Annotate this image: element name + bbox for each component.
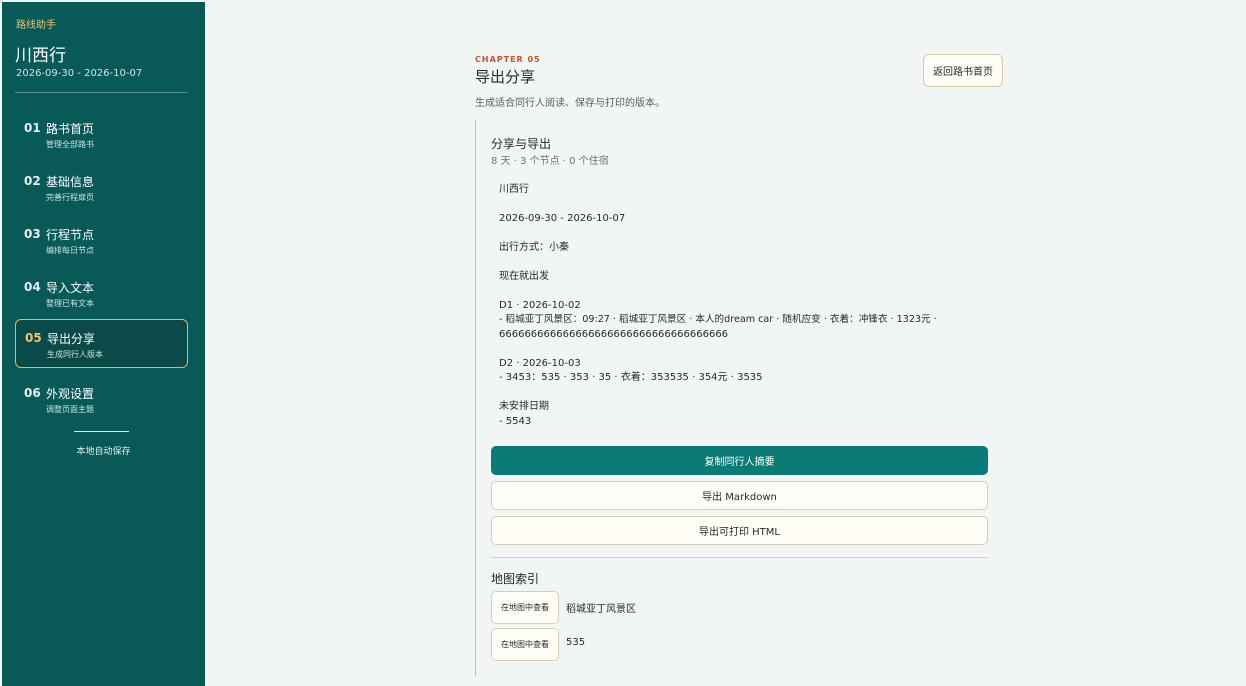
nav-subtitle: 管理全部路书 xyxy=(46,140,94,149)
nav-label: 导出分享 xyxy=(47,332,96,346)
section-divider xyxy=(491,557,988,558)
nav-subtitle: 调整页面主题 xyxy=(46,405,94,414)
autosave-status: 本地自动保存 xyxy=(76,447,131,457)
preview-line: 现在就出发 xyxy=(499,271,549,282)
share-export-panel: 分享与导出 8 天 · 3 个节点 · 0 个住宿 川西行 2026-09-30… xyxy=(475,120,995,676)
panel-summary: 8 天 · 3 个节点 · 0 个住宿 xyxy=(491,156,609,167)
nav-subtitle: 生成同行人版本 xyxy=(47,350,103,359)
sidebar-item-home[interactable]: 01 路书首页 管理全部路书 xyxy=(15,110,188,159)
preview-line: 出行方式：小秦 xyxy=(499,242,569,253)
view-on-map-button[interactable]: 在地图中查看 xyxy=(491,628,559,661)
nav-number: 03 xyxy=(24,227,41,241)
export-html-button[interactable]: 导出可打印 HTML xyxy=(491,516,988,545)
nav-subtitle: 编排每日节点 xyxy=(46,246,94,255)
preview-line: 666666666666666666666666666666666666 xyxy=(499,329,729,340)
nav-subtitle: 完善行程扉页 xyxy=(46,193,94,202)
sidebar-item-export[interactable]: 05 导出分享 生成同行人版本 xyxy=(15,319,188,368)
view-on-map-button[interactable]: 在地图中查看 xyxy=(491,591,559,624)
nav-label: 路书首页 xyxy=(46,122,95,136)
preview-line: D2 · 2026-10-03 xyxy=(499,358,581,369)
page-description: 生成适合同行人阅读、保存与打印的版本。 xyxy=(475,98,665,109)
sidebar-item-basic-info[interactable]: 02 基础信息 完善行程扉页 xyxy=(15,163,188,212)
nav-number: 01 xyxy=(24,121,41,135)
nav-number: 06 xyxy=(24,386,41,400)
panel-title: 分享与导出 xyxy=(491,137,552,151)
sidebar-item-nodes[interactable]: 03 行程节点 编排每日节点 xyxy=(15,216,188,265)
preview-line: 2026-09-30 - 2026-10-07 xyxy=(499,213,626,224)
nav-number: 05 xyxy=(25,331,42,345)
trip-dates: 2026-09-30 - 2026-10-07 xyxy=(16,68,143,79)
preview-line: D1 · 2026-10-02 xyxy=(499,300,581,311)
trip-title: 川西行 xyxy=(15,46,66,66)
nav-label: 外观设置 xyxy=(46,387,95,401)
brand-label: 路线助手 xyxy=(16,20,56,31)
nav-subtitle: 整理已有文本 xyxy=(46,299,94,308)
page-title: 导出分享 xyxy=(475,68,536,86)
preview-line: 未安排日期 xyxy=(499,401,549,412)
nav-label: 基础信息 xyxy=(46,175,95,189)
map-place-name: 535 xyxy=(566,637,586,648)
copy-summary-button[interactable]: 复制同行人摘要 xyxy=(491,446,988,475)
sidebar-item-import[interactable]: 04 导入文本 整理已有文本 xyxy=(15,269,188,318)
preview-line: - 3453：535 · 353 · 35 · 衣着：353535 · 354元… xyxy=(499,372,763,383)
sidebar-divider xyxy=(15,92,188,93)
nav-label: 行程节点 xyxy=(46,228,95,242)
nav-number: 04 xyxy=(24,280,41,294)
preview-line: 川西行 xyxy=(499,184,529,195)
back-to-home-button[interactable]: 返回路书首页 xyxy=(923,54,1003,87)
sidebar-item-appearance[interactable]: 06 外观设置 调整页面主题 xyxy=(15,375,188,424)
map-place-name: 稻城亚丁风景区 xyxy=(566,604,636,615)
app-window: 路线助手 川西行 2026-09-30 - 2026-10-07 01 路书首页… xyxy=(0,0,1246,686)
nav-number: 02 xyxy=(24,174,41,188)
autosave-divider xyxy=(74,431,129,432)
preview-line: - 稻城亚丁风景区：09:27 · 稻城亚丁风景区 · 本人的dream car… xyxy=(499,314,937,325)
main-content: CHAPTER 05 导出分享 生成适合同行人阅读、保存与打印的版本。 返回路书… xyxy=(205,0,1246,686)
nav-label: 导入文本 xyxy=(46,281,95,295)
sidebar: 路线助手 川西行 2026-09-30 - 2026-10-07 01 路书首页… xyxy=(2,2,205,686)
chapter-label: CHAPTER 05 xyxy=(475,55,541,64)
map-index-title: 地图索引 xyxy=(491,572,540,586)
preview-line: - 5543 xyxy=(499,416,532,427)
export-markdown-button[interactable]: 导出 Markdown xyxy=(491,481,988,510)
